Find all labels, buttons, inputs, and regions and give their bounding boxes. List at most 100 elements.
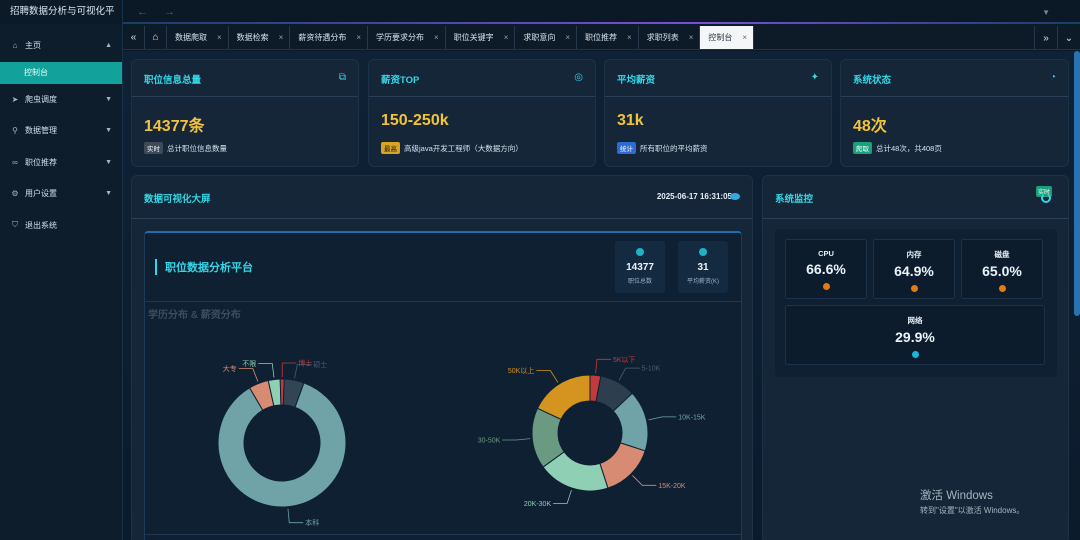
send-icon: ➤ (11, 94, 19, 104)
divider (841, 96, 1068, 97)
metric-label: 磁盘 (994, 250, 1010, 259)
metric-value: 66.6% (806, 261, 846, 277)
chevron-down-icon: ▼ (105, 95, 112, 103)
status-dot (998, 285, 1006, 292)
sidebar-sub-dashboard[interactable]: 控制台 (0, 61, 122, 84)
close-icon[interactable]: × (504, 33, 509, 42)
close-icon[interactable]: × (217, 33, 222, 42)
sidebar-item-crawler[interactable]: ➤ 爬虫调度 ▼ (0, 84, 122, 116)
metric-memory: 内存 64.9% (873, 239, 955, 299)
sidebar-item-label: 主页 (25, 41, 41, 51)
stat-value: 31 (697, 262, 709, 273)
search-icon: ⚲ (12, 126, 18, 136)
metric-value: 29.9% (895, 329, 935, 345)
tab-keywords[interactable]: 职位关键字 × (446, 26, 516, 49)
metric-label: CPU (818, 249, 834, 258)
label-line (238, 368, 259, 382)
tab-joblist[interactable]: 求职列表 × (639, 26, 701, 49)
datetime: 2025-06-17 16:31:05 (656, 192, 732, 201)
card-salary-top: 薪资TOP ◎ 150-250k 最高 高级java开发工程师（大数据方向） (368, 59, 596, 167)
sidebar-item-label: 职位推荐 (25, 157, 57, 167)
refresh-icon[interactable] (1041, 193, 1051, 203)
status-badge: 爬取 (853, 142, 872, 154)
card-desc: 总计48次，共408页 (876, 143, 942, 153)
slice-label: 大专 (223, 364, 237, 373)
sidebar-item-settings[interactable]: ⚙ 用户设置 ▼ (0, 178, 122, 210)
tab-recommend[interactable]: 职位推荐 × (577, 26, 639, 49)
metric-value: 65.0% (982, 263, 1022, 279)
close-icon[interactable]: × (434, 33, 439, 42)
link-icon: ∞ (12, 157, 18, 167)
card-title: 系统状态 (853, 75, 892, 86)
watermark-line1: 激活 Windows (920, 490, 993, 502)
back-arrow-icon[interactable]: ← (137, 6, 148, 18)
watermark-line2: 转到"设置"以激活 Windows。 (920, 506, 1025, 515)
sidebar-item-home[interactable]: ⌂ 主页 ▲ (0, 30, 122, 62)
card-total-jobs: 职位信息总量 ⧉ 14377条 实时 总计职位信息数量 (131, 59, 359, 167)
card-desc: 所有职位的平均薪资 (640, 143, 708, 153)
card-avg-salary: 平均薪资 ✦ 31k 统计 所有职位的平均薪资 (604, 59, 832, 167)
chevron-down-icon: ▼ (105, 190, 112, 198)
chevron-up-icon: ▲ (105, 42, 112, 50)
close-icon[interactable]: × (565, 33, 570, 42)
tabs-scroll-left-icon[interactable]: « (123, 26, 145, 49)
label-line (648, 416, 677, 421)
sidebar-item-logout[interactable]: ⛉ 退出系统 (0, 210, 122, 242)
divider (763, 218, 1068, 219)
card-value: 150-250k (381, 112, 449, 129)
tabs-menu-chevron-icon[interactable]: ⌄ (1057, 26, 1080, 50)
tabs-scroll-right-icon[interactable]: » (1034, 26, 1057, 50)
label-line (536, 370, 559, 383)
tab-education[interactable]: 学历要求分布 × (368, 26, 446, 49)
status-badge: 统计 (617, 142, 636, 154)
tab-intent[interactable]: 求职意向 × (515, 26, 578, 49)
sidebar-item-data[interactable]: ⚲ 数据管理 ▼ (0, 115, 122, 147)
stat-label: 职位总数 (627, 279, 652, 285)
home-icon: ⌂ (12, 41, 18, 51)
label-line (553, 489, 572, 504)
main-content: 职位信息总量 ⧉ 14377条 实时 总计职位信息数量 薪资TOP ◎ 150-… (123, 51, 1080, 540)
forward-arrow-icon[interactable]: → (164, 6, 175, 18)
card-desc: 高级java开发工程师（大数据方向） (404, 143, 523, 153)
sidebar-item-label: 用户设置 (25, 189, 57, 199)
sidebar-item-label: 退出系统 (25, 220, 57, 230)
gear-icon: ⚙ (11, 189, 19, 199)
slice-label: 50K以上 (508, 366, 534, 375)
metric-label: 网络 (907, 316, 923, 325)
close-icon[interactable]: × (689, 33, 694, 42)
card-title: 薪资TOP (381, 75, 420, 86)
status-badge: 最高 (381, 142, 400, 154)
sidebar-item-recommend[interactable]: ∞ 职位推荐 ▼ (0, 147, 122, 179)
slice-label: 5-10K (642, 366, 661, 373)
user-menu-caret-icon[interactable]: ▼ (1042, 8, 1050, 17)
pulse-icon: ✦ (810, 72, 819, 83)
slice-label: 30-50K (478, 437, 501, 444)
slice-label: 博士 (298, 359, 312, 368)
card-desc: 总计职位信息数量 (167, 143, 227, 153)
status-dot (822, 283, 830, 290)
tab-salary[interactable]: 薪资待遇分布 × (290, 26, 369, 49)
chevron-down-icon: ▼ (105, 158, 112, 166)
slice-label: 5K以下 (613, 356, 636, 364)
close-icon[interactable]: × (627, 33, 632, 42)
shield-icon: ⛉ (12, 220, 18, 230)
card-system-status: 系统状态 ◔ 48次 爬取 总计48次，共408页 (840, 59, 1069, 167)
divider (145, 534, 741, 540)
close-icon[interactable]: × (279, 33, 284, 42)
close-icon[interactable]: × (356, 33, 361, 42)
platform-title: 职位数据分析平台 (155, 259, 253, 275)
metric-network: 网络 29.9% (785, 305, 1045, 365)
card-title: 平均薪资 (617, 75, 656, 86)
scrollbar[interactable] (1074, 51, 1080, 316)
tab-right-controls: » ⌄ (1034, 26, 1080, 50)
metric-cpu: CPU 66.6% (785, 239, 867, 299)
export-icon[interactable]: ⧉ (339, 72, 346, 83)
tab-search[interactable]: 数据检索 × (229, 26, 291, 49)
slice-label: 15K-20K (658, 483, 686, 490)
home-tab-icon[interactable]: ⌂ (145, 26, 167, 49)
tab-console[interactable]: 控制台 × (700, 26, 755, 49)
label-line (595, 358, 611, 374)
close-icon[interactable]: × (742, 33, 747, 42)
tab-crawl[interactable]: 数据爬取 × (167, 26, 229, 49)
divider (132, 96, 358, 97)
